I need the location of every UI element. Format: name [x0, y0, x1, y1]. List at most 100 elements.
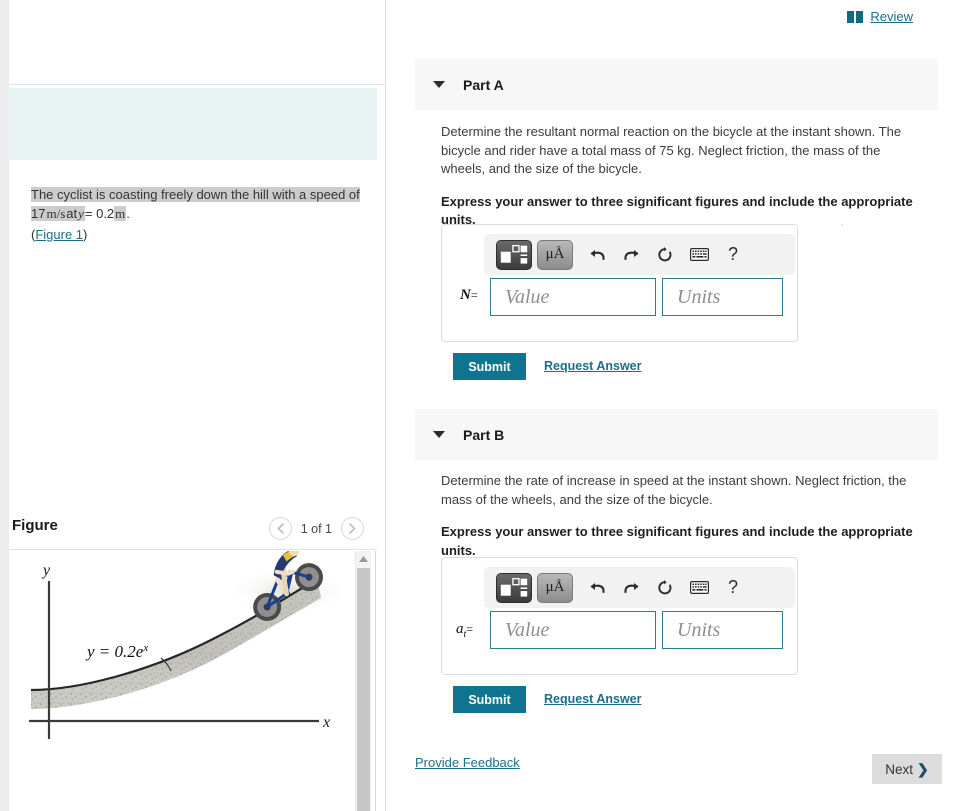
chevron-right-icon [349, 523, 356, 534]
keyboard-icon [689, 248, 709, 261]
undo-button[interactable] [587, 244, 607, 266]
math-template-button[interactable] [496, 239, 532, 270]
part-b-units-placeholder: Units [677, 618, 721, 641]
part-b-header[interactable]: Part B [415, 409, 938, 460]
figure-next-button[interactable] [341, 517, 364, 540]
y-axis-label: y [41, 562, 51, 579]
review-link[interactable]: Review [847, 9, 913, 24]
keyboard-button[interactable] [689, 244, 709, 266]
redo-icon [623, 250, 638, 261]
reset-button[interactable] [655, 244, 675, 266]
figure-navigation: 1 of 1 [268, 517, 364, 540]
math-template-icon [500, 244, 528, 264]
left-edge-strip [0, 0, 9, 811]
review-label: Review [870, 9, 913, 24]
units-button[interactable]: μÅ [537, 572, 573, 603]
part-b-equals: = [466, 622, 474, 636]
figure-prev-button[interactable] [268, 517, 292, 540]
units-button[interactable]: μÅ [537, 239, 573, 270]
figure-right-border [375, 551, 376, 811]
part-a-variable: N= [460, 287, 478, 304]
help-button[interactable]: ? [723, 577, 743, 599]
redo-button[interactable] [621, 244, 641, 266]
part-b-units-input[interactable]: Units [662, 611, 783, 649]
part-a-units-placeholder: Units [677, 285, 721, 308]
part-a-body: Determine the resultant normal reaction … [415, 123, 938, 230]
problem-y-value: = 0.2 [84, 206, 115, 221]
part-a-equals: = [470, 288, 478, 302]
problem-y-units: m [114, 206, 127, 221]
undo-icon [590, 583, 605, 594]
x-axis-label: x [322, 714, 330, 731]
undo-button[interactable] [587, 577, 607, 599]
part-b-answer-panel: μÅ ? at= Value Units [441, 557, 798, 675]
problem-statement-box: The cyclist is coasting freely down the … [9, 88, 377, 242]
part-b-body: Determine the rate of increase in speed … [415, 472, 938, 560]
undo-icon [590, 250, 605, 261]
figure-header: Figure 1 of 1 [9, 505, 377, 545]
figure-image-area[interactable]: y x y = 0.2ex [9, 551, 377, 811]
next-button[interactable]: Next ❯ [872, 754, 942, 784]
part-b-variable-symbol: a [456, 621, 464, 637]
part-a-label: Part A [463, 76, 504, 93]
problem-y-var: y [77, 206, 85, 221]
part-b-label: Part B [463, 426, 505, 443]
scrollbar-thumb[interactable] [357, 568, 370, 811]
scroll-up-button[interactable] [356, 551, 371, 567]
figure-1-link[interactable]: Figure 1 [35, 227, 83, 242]
keyboard-button[interactable] [689, 577, 709, 599]
book-icon [847, 10, 864, 23]
part-b-question: Determine the rate of increase in speed … [441, 473, 907, 507]
part-a-answer-panel: μÅ ? N= Value Units [441, 224, 798, 342]
reset-icon [658, 579, 672, 594]
part-b-instruction: Express your answer to three significant… [441, 524, 913, 558]
part-b-value-input[interactable]: Value [490, 611, 656, 649]
part-b-variable: at= [456, 621, 473, 640]
part-a-variable-symbol: N [460, 287, 471, 303]
problem-speed-value: 17 [31, 206, 46, 221]
chevron-right-icon: ❯ [917, 760, 929, 777]
part-b-request-answer-link[interactable]: Request Answer [544, 692, 641, 706]
figure-reference: (Figure 1) [31, 225, 376, 244]
part-b-value-placeholder: Value [505, 618, 550, 641]
reset-icon [658, 246, 672, 261]
redo-icon [623, 583, 638, 594]
units-button-label: μÅ [545, 579, 565, 595]
math-template-icon [500, 577, 528, 597]
redo-button[interactable] [621, 577, 641, 599]
divider [9, 549, 377, 550]
chevron-left-icon [277, 523, 284, 534]
math-template-button[interactable] [496, 572, 532, 603]
problem-line-1: The cyclist is coasting freely down the … [31, 187, 360, 202]
page-root: The cyclist is coasting freely down the … [0, 0, 953, 811]
caret-down-icon[interactable] [433, 81, 445, 88]
part-a-value-placeholder: Value [505, 285, 550, 308]
units-button-label: μÅ [545, 246, 565, 262]
paren-close: ) [83, 227, 88, 242]
problem-speed-units: m/s [45, 206, 67, 221]
figure-diagram: y x y = 0.2ex [9, 551, 361, 811]
triangle-up-icon [359, 556, 368, 562]
provide-feedback-link[interactable]: Provide Feedback [415, 755, 520, 770]
hill-equation-label: y = 0.2ex [85, 642, 148, 661]
part-a-submit-button[interactable]: Submit [453, 353, 526, 380]
part-a-units-input[interactable]: Units [662, 278, 783, 316]
next-button-label: Next [885, 761, 914, 777]
part-b-submit-button[interactable]: Submit [453, 686, 526, 713]
part-a-question: Determine the resultant normal reaction … [441, 124, 902, 176]
right-panel: Review Part A Determine the resultant no… [387, 0, 953, 811]
keyboard-icon [689, 581, 709, 594]
left-panel: The cyclist is coasting freely down the … [0, 0, 386, 811]
part-a-value-input[interactable]: Value [490, 278, 656, 316]
figure-counter: 1 of 1 [300, 521, 332, 536]
part-a-request-answer-link[interactable]: Request Answer [544, 359, 641, 373]
part-a-header[interactable]: Part A [415, 59, 938, 110]
help-button[interactable]: ? [723, 244, 743, 266]
reset-button[interactable] [655, 577, 675, 599]
part-b-math-toolbar: μÅ ? [484, 567, 795, 608]
cyclist-hill-diagram: y x y = 0.2ex [29, 551, 351, 739]
figure-panel-title: Figure [12, 517, 58, 534]
caret-down-icon[interactable] [433, 431, 445, 438]
problem-period: . [126, 206, 130, 221]
figure-scrollbar[interactable] [355, 551, 371, 811]
